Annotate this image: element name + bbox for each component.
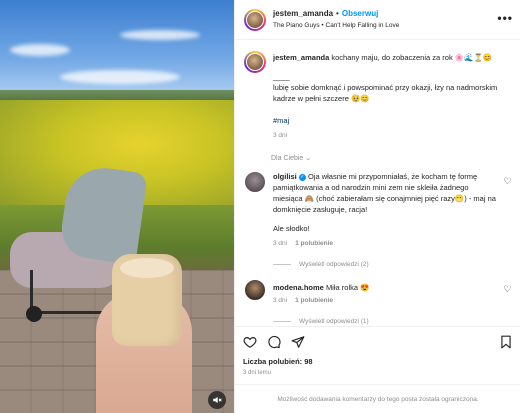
share-icon[interactable] (291, 335, 305, 349)
caption-username[interactable]: jestem_amanda (273, 53, 329, 62)
for-you-text: Dla Ciebie (271, 155, 304, 162)
comment-text: modena.home Miła rolka 😍 (273, 282, 499, 293)
comment-username[interactable]: modena.home (273, 283, 324, 292)
audio-track[interactable]: The Piano Guys • Can't Help Falling in L… (273, 22, 399, 29)
comment-text: olgilisi ✓ Oja własnie mi przypomniałaś,… (273, 171, 499, 215)
action-bar (235, 326, 520, 356)
chevron-down-icon: ⌄ (305, 155, 312, 162)
post-timestamp[interactable]: 3 dni temu (243, 370, 271, 376)
commenter-avatar[interactable] (244, 279, 266, 301)
instagram-post: jestem_amanda • Obserwuj The Piano Guys • … (0, 0, 520, 413)
separator-dot: • (336, 9, 339, 18)
for-you-label[interactable]: Dla Ciebie ⌄ (271, 154, 311, 162)
mute-button[interactable] (208, 391, 226, 409)
caption-body: lubię sobie domknąć i powspominać przy o… (273, 83, 498, 103)
comment-body: Oja własnie mi przypomniałaś, że kocham … (273, 172, 496, 214)
likes-number: 98 (304, 357, 313, 366)
view-replies-link[interactable]: Wyświetl odpowiedzi (2) (273, 261, 369, 268)
comments-area[interactable]: jestem_amanda kochany maju, do zobaczeni… (235, 41, 520, 326)
comment-body-2: Ale słodko! (273, 224, 310, 233)
caption-avatar[interactable] (244, 51, 266, 73)
comments-limited-notice: Możliwość dodawania komentarzy do tego p… (235, 384, 520, 413)
comment-like-icon[interactable]: ♡ (503, 285, 512, 294)
caption-time[interactable]: 3 dni (273, 132, 287, 139)
comment-body: Miła rolka 😍 (325, 283, 370, 292)
stroller-wheel (26, 306, 42, 322)
post-media[interactable] (0, 0, 234, 413)
heart-icon[interactable] (243, 335, 257, 349)
comment-time[interactable]: 3 dni (273, 297, 287, 304)
coffee-cup-lid (120, 258, 174, 278)
caption-text: kochany maju, do zobaczenia za rok 🌸🌊⏳😊 (331, 53, 493, 62)
post-sidebar: jestem_amanda • Obserwuj The Piano Guys • … (234, 0, 520, 413)
comment-meta: 3 dni 1 polubienie (273, 297, 333, 304)
author-username[interactable]: jestem_amanda (273, 9, 333, 18)
bookmark-icon[interactable] (499, 335, 513, 349)
comment-username[interactable]: olgilisi (273, 172, 297, 181)
comment-meta: 3 dni 1 polubienie (273, 240, 333, 247)
view-replies-link[interactable]: Wyświetl odpowiedzi (1) (273, 318, 369, 325)
comment-icon[interactable] (267, 335, 281, 349)
comment-likes[interactable]: 1 polubienie (295, 297, 333, 304)
cloud (120, 30, 200, 40)
post-header: jestem_amanda • Obserwuj The Piano Guys • … (235, 0, 520, 40)
comment-like-icon[interactable]: ♡ (503, 177, 512, 186)
cloud (60, 70, 180, 84)
caption-line: jestem_amanda kochany maju, do zobaczeni… (273, 52, 513, 63)
follow-button[interactable]: Obserwuj (342, 9, 378, 18)
more-options-icon[interactable]: ••• (497, 11, 513, 25)
likes-label: Liczba polubień: (243, 357, 303, 366)
author-line: jestem_amanda • Obserwuj (273, 9, 378, 18)
speaker-muted-icon (213, 396, 222, 404)
cloud (10, 44, 70, 56)
author-avatar[interactable] (244, 9, 266, 31)
likes-count[interactable]: Liczba polubień: 98 (243, 357, 313, 366)
comment-time[interactable]: 3 dni (273, 240, 287, 247)
hashtag-link[interactable]: #maj (273, 115, 289, 126)
caption-separator: ____ (273, 72, 290, 81)
verified-badge-icon: ✓ (298, 173, 306, 181)
commenter-avatar[interactable] (244, 171, 266, 193)
comment-likes[interactable]: 1 polubienie (295, 240, 333, 247)
